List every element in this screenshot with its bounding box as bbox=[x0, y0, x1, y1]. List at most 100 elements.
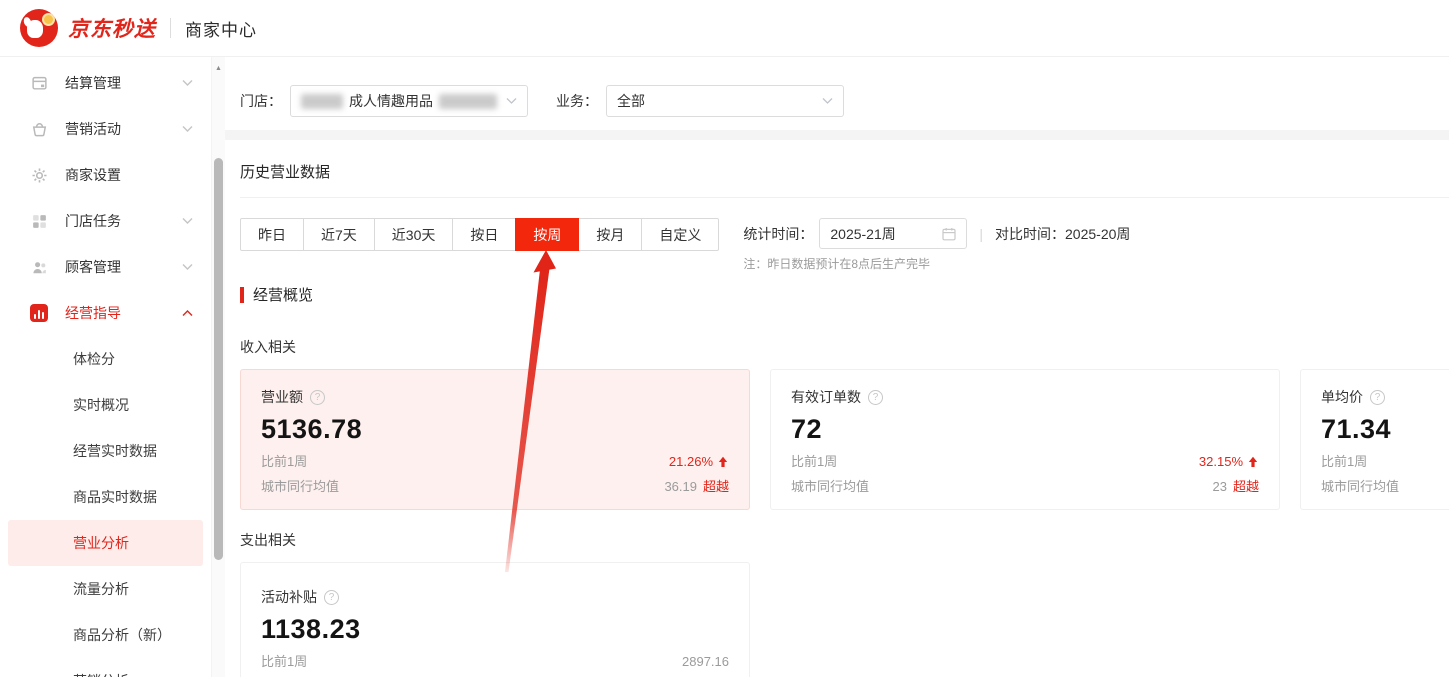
overview-title: 经营概览 bbox=[253, 284, 313, 305]
scroll-up-arrow-icon[interactable]: ▲ bbox=[212, 65, 225, 72]
exceed-badge: 超越 bbox=[1233, 479, 1259, 495]
help-icon[interactable]: ? bbox=[324, 590, 339, 605]
jd-logo-icon[interactable] bbox=[20, 9, 58, 47]
stat-time-block: 统计时间： 2025-21周 | 对比时间：2025-20周 注：昨日数据预计在… bbox=[743, 218, 1130, 272]
row-value: 23 bbox=[1213, 479, 1227, 495]
sidebar-item-settings[interactable]: 商家设置 bbox=[0, 152, 211, 198]
gear-icon bbox=[30, 166, 48, 184]
sidebar-item-store-tasks[interactable]: 门店任务 bbox=[0, 198, 211, 244]
brand-title: 京东秒送 bbox=[68, 13, 156, 43]
users-icon bbox=[30, 258, 48, 276]
sidebar: 结算管理 营销活动 商家设置 门店任务 bbox=[0, 57, 211, 677]
card-value: 71.34 bbox=[1321, 414, 1449, 445]
stat-time-label: 统计时间： bbox=[743, 224, 813, 244]
chart-icon bbox=[30, 304, 48, 322]
chevron-down-icon bbox=[506, 97, 517, 105]
metric-card-avg-order-value[interactable]: 单均价 ? 71.34 比前1周 城市同行均值 bbox=[1300, 369, 1449, 510]
chevron-down-icon bbox=[182, 79, 193, 87]
blurred-text bbox=[301, 94, 343, 109]
header-divider bbox=[170, 18, 171, 38]
page-title: 历史营业数据 bbox=[240, 161, 1449, 182]
grid-icon bbox=[30, 212, 48, 230]
tab-by-week[interactable]: 按周 bbox=[515, 218, 579, 251]
divider: | bbox=[979, 226, 983, 242]
expense-group-label: 支出相关 bbox=[240, 530, 1449, 550]
income-group-label: 收入相关 bbox=[240, 337, 1449, 357]
store-select-value: 成人情趣用品 bbox=[349, 91, 433, 111]
tab-by-month[interactable]: 按月 bbox=[578, 218, 642, 251]
tab-by-day[interactable]: 按日 bbox=[452, 218, 516, 251]
income-cards-row: 营业额 ? 5136.78 比前1周 21.26% 城市同行均值 36.19 超… bbox=[240, 369, 1449, 510]
row-label: 比前1周 bbox=[261, 454, 307, 470]
business-label: 业务： bbox=[556, 91, 598, 111]
tab-last-7-days[interactable]: 近7天 bbox=[303, 218, 375, 251]
controls-row: 昨日 近7天 近30天 按日 按周 按月 自定义 统计时间： 2025-21周 bbox=[240, 218, 1449, 272]
compare-time-text: 对比时间：2025-20周 bbox=[995, 224, 1130, 244]
card-value: 5136.78 bbox=[261, 414, 729, 445]
sidebar-item-label: 经营指导 bbox=[65, 303, 182, 323]
top-header: 京东秒送 商家中心 bbox=[0, 0, 1449, 57]
expense-cards-row: 活动补贴 ? 1138.23 比前1周 2897.16 城市同行均值 33.65… bbox=[240, 562, 1449, 677]
tab-yesterday[interactable]: 昨日 bbox=[240, 218, 304, 251]
sidebar-item-business-guidance[interactable]: 经营指导 bbox=[0, 290, 211, 336]
sidebar-subitem-marketing-analysis[interactable]: 营销分析 bbox=[8, 658, 203, 677]
card-value: 1138.23 bbox=[261, 614, 729, 645]
row-value: 36.19 bbox=[664, 479, 697, 495]
metric-card-valid-orders[interactable]: 有效订单数 ? 72 比前1周 32.15% 城市同行均值 23 超越 bbox=[770, 369, 1280, 510]
sidebar-item-label: 商家设置 bbox=[65, 165, 193, 185]
business-select-value: 全部 bbox=[617, 91, 645, 111]
overview-header: 经营概览 bbox=[240, 284, 1449, 305]
section-marker bbox=[240, 287, 244, 303]
chevron-down-icon bbox=[182, 263, 193, 271]
portal-title: 商家中心 bbox=[185, 16, 257, 41]
tab-last-30-days[interactable]: 近30天 bbox=[374, 218, 454, 251]
tab-custom[interactable]: 自定义 bbox=[641, 218, 719, 251]
row-label: 比前1周 bbox=[791, 454, 837, 470]
sidebar-subitem-realtime-overview[interactable]: 实时概况 bbox=[8, 382, 203, 428]
filter-row: 门店： 成人情趣用品 业务： 全部 bbox=[240, 85, 1449, 117]
sidebar-subitem-business-analysis[interactable]: 营业分析 bbox=[8, 520, 203, 566]
scrollbar-thumb[interactable] bbox=[214, 158, 223, 560]
card-value: 72 bbox=[791, 414, 1259, 445]
sidebar-subitem-realtime-product-data[interactable]: 商品实时数据 bbox=[8, 474, 203, 520]
sidebar-subitem-product-analysis-new[interactable]: 商品分析（新） bbox=[8, 612, 203, 658]
sidebar-item-marketing[interactable]: 营销活动 bbox=[0, 106, 211, 152]
trend-up-icon bbox=[717, 456, 729, 468]
sidebar-item-label: 结算管理 bbox=[65, 73, 182, 93]
business-select[interactable]: 全部 bbox=[606, 85, 844, 117]
chevron-up-icon bbox=[182, 309, 193, 317]
chevron-down-icon bbox=[182, 217, 193, 225]
row-value: 2897.16 bbox=[682, 654, 729, 670]
sidebar-scrollbar[interactable]: ▲ bbox=[211, 57, 225, 677]
date-range-tab-group: 昨日 近7天 近30天 按日 按周 按月 自定义 bbox=[240, 218, 719, 251]
help-icon[interactable]: ? bbox=[868, 390, 883, 405]
sidebar-subitem-traffic-analysis[interactable]: 流量分析 bbox=[8, 566, 203, 612]
card-title: 有效订单数 bbox=[791, 387, 861, 407]
row-label: 城市同行均值 bbox=[1321, 479, 1399, 495]
help-icon[interactable]: ? bbox=[310, 390, 325, 405]
metric-card-revenue[interactable]: 营业额 ? 5136.78 比前1周 21.26% 城市同行均值 36.19 超… bbox=[240, 369, 750, 510]
week-picker-value: 2025-21周 bbox=[830, 224, 942, 244]
week-picker[interactable]: 2025-21周 bbox=[819, 218, 967, 249]
exceed-badge: 超越 bbox=[703, 479, 729, 495]
row-label: 比前1周 bbox=[261, 654, 307, 670]
main-content: 门店： 成人情趣用品 业务： 全部 bbox=[225, 57, 1449, 677]
sidebar-subitem-realtime-business-data[interactable]: 经营实时数据 bbox=[8, 428, 203, 474]
trend-up-icon bbox=[1247, 456, 1259, 468]
row-value: 21.26% bbox=[669, 454, 713, 470]
settlement-icon bbox=[30, 74, 48, 92]
marketing-icon bbox=[30, 120, 48, 138]
sidebar-item-label: 顾客管理 bbox=[65, 257, 182, 277]
data-note: 注：昨日数据预计在8点后生产完毕 bbox=[743, 255, 1130, 272]
store-select[interactable]: 成人情趣用品 bbox=[290, 85, 528, 117]
chevron-down-icon bbox=[822, 97, 833, 105]
sidebar-item-customers[interactable]: 顾客管理 bbox=[0, 244, 211, 290]
row-label: 城市同行均值 bbox=[791, 479, 869, 495]
metric-card-activity-subsidy[interactable]: 活动补贴 ? 1138.23 比前1周 2897.16 城市同行均值 33.65… bbox=[240, 562, 750, 677]
card-title: 营业额 bbox=[261, 387, 303, 407]
help-icon[interactable]: ? bbox=[1370, 390, 1385, 405]
card-title: 单均价 bbox=[1321, 387, 1363, 407]
sidebar-subitem-health-score[interactable]: 体检分 bbox=[8, 336, 203, 382]
store-label: 门店： bbox=[240, 91, 282, 111]
sidebar-item-settlement[interactable]: 结算管理 bbox=[0, 60, 211, 106]
